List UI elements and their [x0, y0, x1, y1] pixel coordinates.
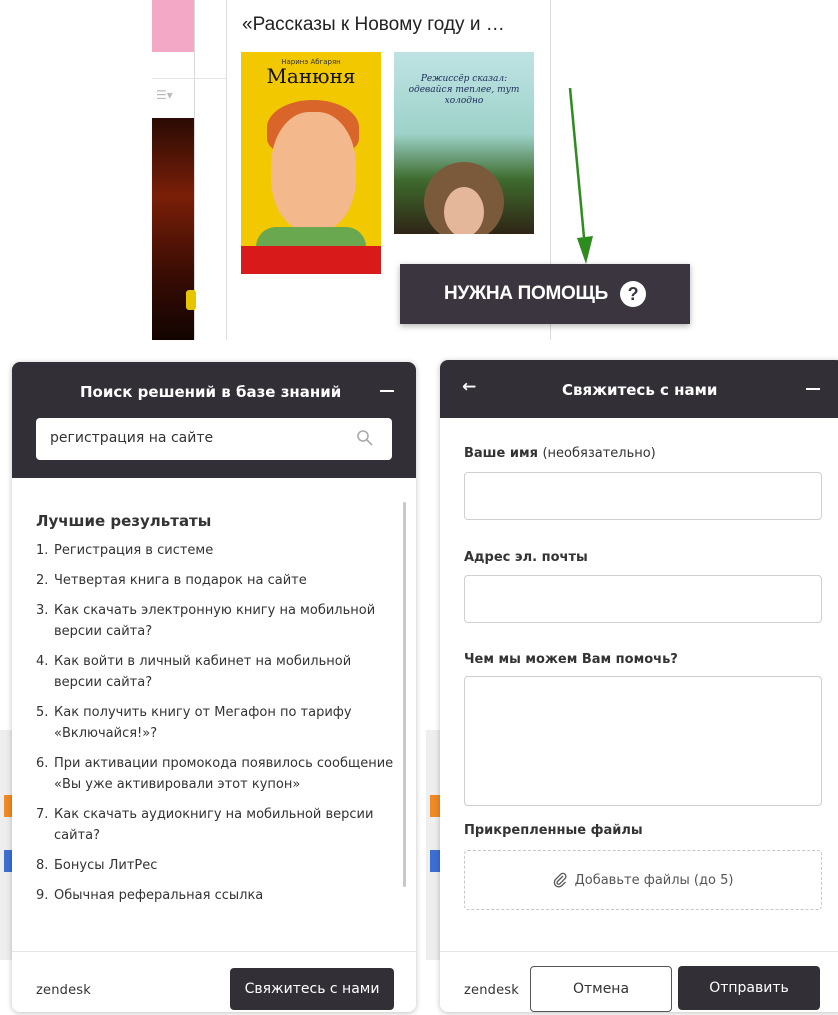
list-item[interactable]: 5. Как получить книгу от Мегафон по тариф… — [36, 702, 396, 744]
item-number: 4. — [36, 654, 49, 669]
list-item[interactable]: 4. Как войти в личный кабинет на мобильно… — [36, 651, 396, 693]
cover-title: Манюня — [266, 64, 356, 88]
book-cover-director[interactable]: Режиссёр сказал: одевайся теплее, тут хо… — [394, 52, 534, 234]
result-link[interactable]: Регистрация в системе — [54, 540, 396, 561]
cancel-button[interactable]: Отмена — [530, 966, 672, 1012]
widget-title: Свяжитесь с нами — [562, 381, 718, 399]
paperclip-icon — [553, 872, 567, 888]
page-background — [426, 730, 440, 960]
divider — [194, 0, 195, 340]
minimize-icon[interactable] — [380, 390, 394, 392]
book-cover-maniunia[interactable]: Наринэ Абгарян Манюня — [241, 52, 381, 274]
item-number: 5. — [36, 705, 49, 720]
contact-form-widget: ← Свяжитесь с нами Ваше имя (необязатель… — [440, 360, 838, 1012]
scrollbar[interactable] — [403, 502, 406, 887]
result-link[interactable]: Как скачать аудиокнигу на мобильной верс… — [54, 804, 396, 846]
item-number: 2. — [36, 573, 49, 588]
list-menu-icon[interactable]: ☰▾ — [156, 88, 173, 102]
list-item[interactable]: 2. Четвертая книга в подарок на сайте — [36, 570, 396, 591]
widget-header: ← Свяжитесь с нами — [440, 360, 838, 418]
name-label-text: Ваше имя — [464, 446, 538, 461]
knowledge-base-widget: Поиск решений в базе знаний регистрация … — [12, 362, 416, 1012]
search-input[interactable]: регистрация на сайте — [36, 418, 392, 460]
widget-footer: zendesk Свяжитесь с нами — [12, 951, 416, 1012]
question-circle-icon: ? — [619, 281, 646, 307]
attach-files-text: Добавьте файлы (до 5) — [574, 872, 734, 888]
result-link[interactable]: Как скачать электронную книгу на мобильн… — [54, 600, 396, 642]
product-thumbnail — [152, 0, 194, 52]
divider — [152, 78, 227, 79]
contact-us-button[interactable]: Свяжитесь с нами — [230, 968, 394, 1010]
item-number: 7. — [36, 807, 49, 822]
widget-title: Поиск решений в базе знаний — [80, 383, 342, 401]
name-field[interactable] — [464, 472, 822, 520]
widget-header: Поиск решений в базе знаний регистрация … — [12, 362, 416, 478]
blue-badge — [430, 850, 440, 872]
list-item[interactable]: 6. При активации промокода появилось сооб… — [36, 753, 396, 795]
attach-files-dropzone[interactable]: Добавьте файлы (до 5) — [464, 850, 822, 910]
list-item[interactable]: 1. Регистрация в системе — [36, 540, 396, 561]
cover-band — [241, 246, 381, 274]
collection-title[interactable]: «Рассказы к Новому году и … — [242, 14, 505, 36]
list-item[interactable]: 7. Как скачать аудиокнигу на мобильной ве… — [36, 804, 396, 846]
result-link[interactable]: Обычная реферальная ссылка — [54, 885, 396, 906]
results-heading: Лучшие результаты — [36, 512, 212, 530]
result-link[interactable]: Как получить книгу от Мегафон по тарифу … — [54, 702, 396, 744]
left-product-strip: ☰▾ — [152, 0, 227, 340]
message-textarea[interactable] — [464, 676, 822, 806]
name-label: Ваше имя (необязательно) — [464, 446, 656, 461]
green-arrow-annotation — [568, 88, 593, 264]
need-help-label: НУЖНА ПОМОЩЬ — [444, 283, 608, 304]
zendesk-logo[interactable]: zendesk — [36, 983, 91, 998]
result-link[interactable]: При активации промокода появилось сообще… — [54, 753, 396, 795]
minimize-icon[interactable] — [806, 388, 820, 390]
item-number: 3. — [36, 603, 49, 618]
zendesk-logo[interactable]: zendesk — [464, 983, 519, 998]
result-link[interactable]: Четвертая книга в подарок на сайте — [54, 570, 396, 591]
cover-illustration — [444, 187, 484, 234]
email-field[interactable] — [464, 575, 822, 623]
attachments-label: Прикрепленные файлы — [464, 823, 643, 838]
item-number: 8. — [36, 858, 49, 873]
widget-footer: zendesk Отмена Отправить — [440, 951, 838, 1012]
badge — [186, 290, 196, 310]
need-help-button[interactable]: НУЖНА ПОМОЩЬ ? — [400, 264, 690, 324]
send-button[interactable]: Отправить — [678, 966, 820, 1010]
item-number: 9. — [36, 888, 49, 903]
list-item[interactable]: 3. Как скачать электронную книгу на мобил… — [36, 600, 396, 642]
item-number: 1. — [36, 543, 49, 558]
email-label: Адрес эл. почты — [464, 550, 588, 565]
back-arrow-icon[interactable]: ← — [462, 377, 476, 397]
cover-title: Режиссёр сказал: одевайся теплее, тут хо… — [408, 74, 520, 106]
message-label: Чем мы можем Вам помочь? — [464, 652, 678, 667]
optional-hint: (необязательно) — [542, 446, 656, 461]
cover-illustration — [271, 112, 356, 232]
orange-badge — [430, 795, 440, 817]
result-link[interactable]: Как войти в личный кабинет на мобильной … — [54, 651, 396, 693]
search-input-value[interactable]: регистрация на сайте — [50, 430, 213, 446]
result-link[interactable]: Бонусы ЛитРес — [54, 855, 396, 876]
list-item[interactable]: 9. Обычная реферальная ссылка — [36, 885, 396, 906]
results-list: 1. Регистрация в системе 2. Четвертая книг… — [36, 540, 396, 915]
list-item[interactable]: 8. Бонусы ЛитРес — [36, 855, 396, 876]
search-icon[interactable] — [356, 429, 374, 447]
item-number: 6. — [36, 756, 49, 771]
